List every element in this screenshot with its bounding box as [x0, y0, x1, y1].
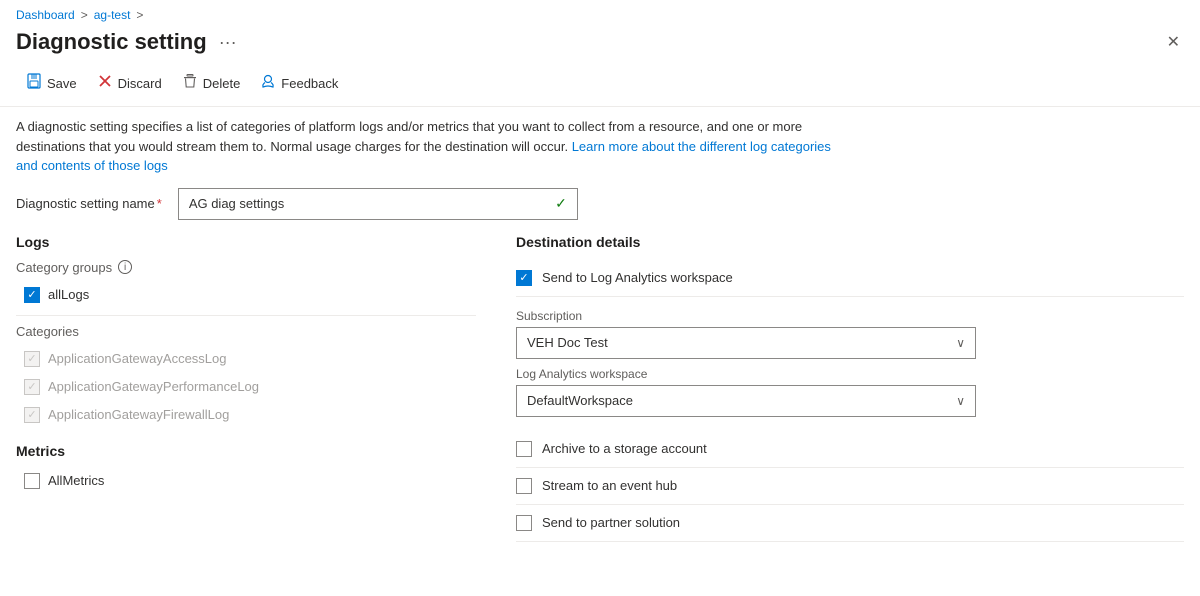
toolbar: Save Discard Delete	[0, 64, 1200, 107]
firewall-log-checkbox[interactable]	[24, 407, 40, 423]
destination-header: Destination details	[516, 234, 1184, 250]
subscription-chevron-icon: ∨	[956, 336, 965, 350]
event-hub-checkbox[interactable]	[516, 478, 532, 494]
subscription-section: Subscription VEH Doc Test ∨ Log Analytic…	[516, 297, 1184, 431]
save-label: Save	[47, 76, 77, 91]
breadcrumb: Dashboard > ag-test >	[0, 0, 1200, 26]
info-icon[interactable]: i	[118, 260, 132, 274]
alllogs-row: allLogs	[16, 283, 476, 307]
more-options-icon[interactable]: ···	[215, 30, 241, 55]
breadcrumb-dashboard[interactable]: Dashboard	[16, 8, 75, 22]
storage-label: Archive to a storage account	[542, 441, 707, 456]
discard-icon	[97, 73, 113, 93]
partner-row: Send to partner solution	[516, 505, 1184, 542]
breadcrumb-agtest[interactable]: ag-test	[94, 8, 131, 22]
storage-row: Archive to a storage account	[516, 431, 1184, 468]
save-icon	[26, 73, 42, 93]
allmetrics-row: AllMetrics	[16, 469, 476, 493]
page-header: Diagnostic setting ··· ✕	[0, 26, 1200, 64]
two-col-layout: Logs Category groups i allLogs Categorie…	[0, 234, 1200, 542]
performance-log-checkbox[interactable]	[24, 379, 40, 395]
breadcrumb-sep1: >	[81, 8, 88, 22]
access-log-label: ApplicationGatewayAccessLog	[48, 351, 227, 366]
workspace-value: DefaultWorkspace	[527, 393, 633, 408]
categories-label: Categories	[16, 324, 476, 339]
delete-icon	[182, 73, 198, 93]
alllogs-checkbox[interactable]	[24, 287, 40, 303]
log-analytics-label: Send to Log Analytics workspace	[542, 270, 733, 285]
input-valid-icon: ✓	[555, 195, 567, 212]
delete-label: Delete	[203, 76, 241, 91]
performance-log-row: ApplicationGatewayPerformanceLog	[16, 375, 476, 399]
setting-name-row: Diagnostic setting name* AG diag setting…	[0, 188, 1200, 234]
subscription-container: Subscription VEH Doc Test ∨	[516, 309, 1184, 359]
delete-button[interactable]: Delete	[172, 68, 251, 98]
setting-name-input[interactable]: AG diag settings ✓	[178, 188, 578, 220]
category-groups-label: Category groups	[16, 260, 112, 275]
access-log-row: ApplicationGatewayAccessLog	[16, 347, 476, 371]
partner-label: Send to partner solution	[542, 515, 680, 530]
firewall-log-label: ApplicationGatewayFirewallLog	[48, 407, 229, 422]
subscription-dropdown[interactable]: VEH Doc Test ∨	[516, 327, 976, 359]
workspace-label: Log Analytics workspace	[516, 367, 1184, 381]
logs-section-header: Logs	[16, 234, 476, 250]
firewall-log-row: ApplicationGatewayFirewallLog	[16, 403, 476, 427]
allmetrics-checkbox[interactable]	[24, 473, 40, 489]
workspace-container: Log Analytics workspace DefaultWorkspace…	[516, 367, 1184, 417]
partner-checkbox[interactable]	[516, 515, 532, 531]
category-groups-header: Category groups i	[16, 260, 476, 275]
subscription-label: Subscription	[516, 309, 1184, 323]
required-star: *	[157, 196, 162, 211]
alllogs-label: allLogs	[48, 287, 89, 302]
event-hub-row: Stream to an event hub	[516, 468, 1184, 505]
workspace-chevron-icon: ∨	[956, 394, 965, 408]
close-button[interactable]: ✕	[1163, 28, 1184, 56]
setting-name-label: Diagnostic setting name*	[16, 196, 162, 211]
access-log-checkbox[interactable]	[24, 351, 40, 367]
performance-log-label: ApplicationGatewayPerformanceLog	[48, 379, 259, 394]
save-button[interactable]: Save	[16, 68, 87, 98]
description-text: A diagnostic setting specifies a list of…	[0, 107, 860, 188]
setting-name-value: AG diag settings	[189, 196, 284, 211]
page-title: Diagnostic setting	[16, 29, 207, 55]
right-column: Destination details Send to Log Analytic…	[516, 234, 1184, 542]
storage-checkbox[interactable]	[516, 441, 532, 457]
feedback-label: Feedback	[281, 76, 338, 91]
left-column: Logs Category groups i allLogs Categorie…	[16, 234, 476, 542]
metrics-section-header: Metrics	[16, 443, 476, 459]
log-analytics-row: Send to Log Analytics workspace	[516, 260, 1184, 297]
allmetrics-label: AllMetrics	[48, 473, 104, 488]
header-left: Diagnostic setting ···	[16, 29, 241, 55]
subscription-value: VEH Doc Test	[527, 335, 608, 350]
feedback-button[interactable]: Feedback	[250, 68, 348, 98]
metrics-section: Metrics AllMetrics	[16, 443, 476, 493]
divider-1	[16, 315, 476, 316]
breadcrumb-sep2: >	[136, 8, 143, 22]
feedback-icon	[260, 73, 276, 93]
event-hub-label: Stream to an event hub	[542, 478, 677, 493]
discard-button[interactable]: Discard	[87, 68, 172, 98]
log-analytics-checkbox[interactable]	[516, 270, 532, 286]
page-container: Dashboard > ag-test > Diagnostic setting…	[0, 0, 1200, 596]
workspace-dropdown[interactable]: DefaultWorkspace ∨	[516, 385, 976, 417]
discard-label: Discard	[118, 76, 162, 91]
